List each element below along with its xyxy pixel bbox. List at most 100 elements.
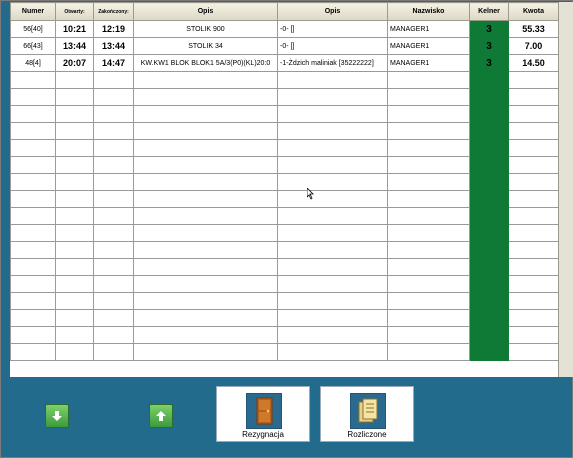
cell-nazwisko bbox=[387, 292, 470, 310]
cell-nazwisko bbox=[387, 224, 470, 242]
cell-kwota bbox=[508, 156, 558, 174]
cell-numer: 66[43] bbox=[10, 37, 56, 55]
header-otwarty[interactable]: Otwarty: bbox=[55, 2, 94, 21]
cell-otwarty bbox=[55, 105, 94, 123]
rozliczone-label: Rozliczone bbox=[347, 430, 387, 439]
cell-nazwisko bbox=[387, 326, 470, 344]
cell-kwota bbox=[508, 190, 558, 208]
header-numer[interactable]: Numer bbox=[10, 2, 56, 21]
scroll-up-button[interactable] bbox=[149, 404, 173, 428]
cell-nazwisko bbox=[387, 275, 470, 293]
header-kwota[interactable]: Kwota bbox=[508, 2, 558, 21]
cell-numer bbox=[10, 241, 56, 259]
header-opis-2[interactable]: Opis bbox=[277, 2, 388, 21]
door-icon bbox=[246, 393, 282, 429]
cell-opis-2 bbox=[277, 88, 388, 106]
cell-kwota bbox=[508, 122, 558, 140]
table-scrollbar[interactable] bbox=[558, 2, 573, 377]
cell-kelner bbox=[469, 122, 509, 140]
cell-kelner bbox=[469, 88, 509, 106]
cell-kelner: 3 bbox=[469, 37, 509, 55]
cell-kelner bbox=[469, 292, 509, 310]
cell-opis bbox=[133, 343, 278, 361]
cell-kelner bbox=[469, 224, 509, 242]
table-row-empty[interactable] bbox=[10, 258, 558, 276]
cell-opis bbox=[133, 275, 278, 293]
table-row[interactable]: 48[4] 20:07 14:47 KW.KW1 BLOK BLOK1 5A/3… bbox=[10, 54, 558, 72]
scroll-down-button[interactable] bbox=[45, 404, 69, 428]
orders-table-area: Numer Otwarty: Zakończony: Opis Opis Naz… bbox=[10, 2, 558, 377]
header-zakonczony[interactable]: Zakończony: bbox=[93, 2, 134, 21]
cell-zakonczony bbox=[93, 207, 134, 225]
table-row[interactable]: 66[43] 13:44 13:44 STOLIK 34 -0- [] MANA… bbox=[10, 37, 558, 55]
cell-kwota bbox=[508, 173, 558, 191]
cell-kwota bbox=[508, 258, 558, 276]
cell-nazwisko bbox=[387, 105, 470, 123]
table-row-empty[interactable] bbox=[10, 105, 558, 123]
cell-kwota bbox=[508, 88, 558, 106]
cell-kwota: 14.50 bbox=[508, 54, 558, 72]
table-row-empty[interactable] bbox=[10, 71, 558, 89]
table-row[interactable]: 56[40] 10:21 12:19 STOLIK 900 -0- [] MAN… bbox=[10, 20, 558, 38]
cell-nazwisko bbox=[387, 71, 470, 89]
table-row-empty[interactable] bbox=[10, 207, 558, 225]
cell-opis: KW.KW1 BLOK BLOK1 5A/3(P0)(KL)20:0 bbox=[133, 54, 278, 72]
mouse-cursor-icon bbox=[307, 188, 314, 200]
cell-opis-2 bbox=[277, 71, 388, 89]
table-row-empty[interactable] bbox=[10, 173, 558, 191]
orders-table: Numer Otwarty: Zakończony: Opis Opis Naz… bbox=[10, 2, 558, 361]
table-row-empty[interactable] bbox=[10, 292, 558, 310]
cell-kelner: 3 bbox=[469, 20, 509, 38]
cell-nazwisko bbox=[387, 241, 470, 259]
cell-zakonczony bbox=[93, 275, 134, 293]
cell-opis-2 bbox=[277, 122, 388, 140]
cell-zakonczony bbox=[93, 156, 134, 174]
table-row-empty[interactable] bbox=[10, 224, 558, 242]
cell-zakonczony: 12:19 bbox=[93, 20, 134, 38]
cell-numer bbox=[10, 224, 56, 242]
table-row-empty[interactable] bbox=[10, 275, 558, 293]
table-row-empty[interactable] bbox=[10, 343, 558, 361]
cell-opis bbox=[133, 105, 278, 123]
table-row-empty[interactable] bbox=[10, 190, 558, 208]
cell-kelner bbox=[469, 105, 509, 123]
cell-opis bbox=[133, 139, 278, 157]
cell-numer bbox=[10, 173, 56, 191]
rozliczone-button[interactable]: Rozliczone bbox=[320, 386, 414, 442]
cell-zakonczony: 14:47 bbox=[93, 54, 134, 72]
cell-zakonczony bbox=[93, 173, 134, 191]
cell-nazwisko: MANAGER1 bbox=[387, 20, 470, 38]
cell-kelner bbox=[469, 309, 509, 327]
cell-opis-2: -1-Żdzich maliniak [35222222] bbox=[277, 54, 388, 72]
table-row-empty[interactable] bbox=[10, 241, 558, 259]
cell-opis-2 bbox=[277, 292, 388, 310]
table-row-empty[interactable] bbox=[10, 139, 558, 157]
cell-kelner bbox=[469, 241, 509, 259]
rezygnacja-button[interactable]: Rezygnacja bbox=[216, 386, 310, 442]
header-nazwisko[interactable]: Nazwisko bbox=[387, 2, 470, 21]
table-row-empty[interactable] bbox=[10, 88, 558, 106]
arrow-down-icon bbox=[52, 411, 62, 421]
cell-otwarty bbox=[55, 207, 94, 225]
cell-opis-2 bbox=[277, 241, 388, 259]
cell-otwarty bbox=[55, 275, 94, 293]
cell-opis-2 bbox=[277, 326, 388, 344]
header-kelner[interactable]: Kelner bbox=[469, 2, 509, 21]
cell-kwota bbox=[508, 326, 558, 344]
table-row-empty[interactable] bbox=[10, 326, 558, 344]
cell-zakonczony bbox=[93, 326, 134, 344]
cell-kelner bbox=[469, 173, 509, 191]
cell-numer bbox=[10, 258, 56, 276]
cell-otwarty bbox=[55, 309, 94, 327]
table-row-empty[interactable] bbox=[10, 156, 558, 174]
cell-otwarty bbox=[55, 122, 94, 140]
header-opis[interactable]: Opis bbox=[133, 2, 278, 21]
table-row-empty[interactable] bbox=[10, 122, 558, 140]
cell-nazwisko bbox=[387, 122, 470, 140]
table-row-empty[interactable] bbox=[10, 309, 558, 327]
cell-numer bbox=[10, 275, 56, 293]
cell-opis-2 bbox=[277, 309, 388, 327]
cell-opis-2 bbox=[277, 343, 388, 361]
cell-otwarty bbox=[55, 224, 94, 242]
cell-otwarty bbox=[55, 156, 94, 174]
